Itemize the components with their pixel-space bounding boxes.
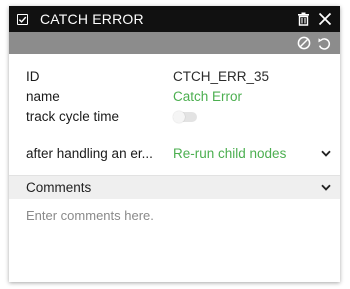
disable-icon[interactable]: [296, 35, 312, 51]
comments-title: Comments: [26, 180, 92, 195]
panel-title: CATCH ERROR: [40, 11, 144, 27]
after-handling-label: after handling an er...: [26, 145, 153, 161]
id-label: ID: [26, 68, 40, 84]
properties-list: ID CTCH_ERR_35 name Catch Error track cy…: [9, 54, 340, 126]
chevron-down-icon[interactable]: [320, 182, 332, 194]
after-handling-select[interactable]: after handling an er... Re-run child nod…: [9, 142, 340, 164]
comments-textarea[interactable]: Enter comments here.: [9, 199, 340, 269]
checkbox-icon[interactable]: [17, 13, 28, 25]
close-icon[interactable]: [316, 10, 334, 28]
after-handling-value[interactable]: Re-run child nodes: [173, 146, 320, 161]
name-value[interactable]: Catch Error: [173, 89, 242, 104]
comments-section-header[interactable]: Comments: [9, 175, 340, 199]
property-row-id: ID CTCH_ERR_35: [26, 66, 328, 86]
trash-icon[interactable]: [294, 10, 312, 28]
panel-toolbar: [9, 32, 340, 54]
id-value: CTCH_ERR_35: [173, 68, 270, 84]
chevron-down-icon[interactable]: [320, 147, 332, 159]
property-row-track-cycle-time: track cycle time: [26, 106, 328, 126]
property-row-name: name Catch Error: [26, 86, 328, 106]
panel-titlebar: CATCH ERROR: [9, 6, 340, 32]
name-label: name: [26, 88, 60, 104]
properties-panel: CATCH ERROR ID CTCH_ERR_35 name Catch Er…: [9, 6, 340, 282]
undo-icon[interactable]: [316, 35, 332, 51]
track-cycle-time-label: track cycle time: [26, 108, 120, 124]
track-cycle-time-toggle[interactable]: [173, 110, 197, 123]
